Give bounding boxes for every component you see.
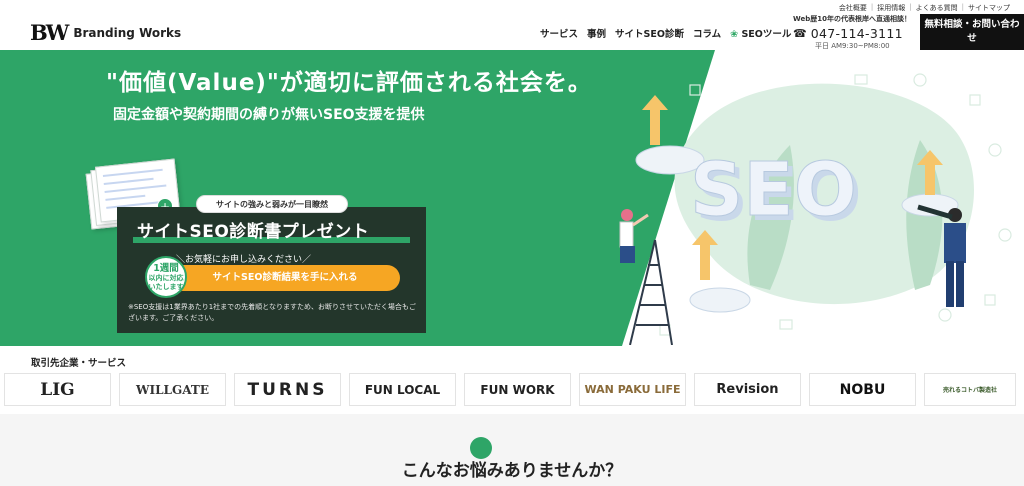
ladder-icon xyxy=(629,239,673,345)
client-logo-revision[interactable]: Revision xyxy=(694,373,801,406)
client-logo-lig[interactable]: LIG xyxy=(4,373,111,406)
hero-headline: "価値(Value)"が適切に評価される社会を。 xyxy=(106,70,592,96)
nav-item-seo-tool-label: SEOツール xyxy=(741,29,792,40)
promo-bubble: サイトの強みと弱みが一目瞭然 xyxy=(196,195,348,213)
client-logo-row: LIG WILLGATE TURNS FUN LOCAL FUN WORK WA… xyxy=(4,373,1016,406)
client-logo-ureru-kotoba[interactable]: 売れるコトバ製造社 xyxy=(924,373,1016,406)
diagnosis-cta-button[interactable]: サイトSEO診断結果を手に入れる xyxy=(170,265,400,291)
utility-nav: 会社概要 | 採用情報 | よくある質問 | サイトマップ xyxy=(839,3,1010,13)
nav-item-seo-tool[interactable]: ❀ SEOツール xyxy=(730,26,791,40)
hero-subheadline: 固定金額や契約期間の縛りが無いSEO支援を提供 xyxy=(113,107,425,123)
phone-contact: Web歴10年の代表根岸へ直通相談！ ☎ 047-114-3111 平日 AM9… xyxy=(793,14,911,51)
clients-title: 取引先企業・サービス xyxy=(31,358,127,369)
util-link-faq[interactable]: よくある質問 xyxy=(916,3,958,13)
doc-line xyxy=(104,184,167,193)
promo-note: ※SEO支援は1業界あたり1社までの先着順となりますため、お断りさせていただく場… xyxy=(128,303,416,322)
phone-row[interactable]: ☎ 047-114-3111 xyxy=(793,26,911,41)
nav-item-column[interactable]: コラム xyxy=(693,26,721,40)
doc-line xyxy=(103,177,154,185)
doc-line xyxy=(105,194,146,201)
client-logo-fun-local[interactable]: FUN LOCAL xyxy=(349,373,456,406)
contact-button[interactable]: 無料相談・お問い合わせ xyxy=(920,14,1024,50)
worries-title: こんなお悩みありませんか？ xyxy=(401,461,623,481)
diagnosis-cta-label: サイトSEO診断結果を手に入れる xyxy=(212,272,358,283)
one-week-badge: 1週間 以内に対応いたします xyxy=(145,256,187,298)
util-link-recruit[interactable]: 採用情報 xyxy=(877,3,905,13)
paw-icon: ❀ xyxy=(730,29,739,40)
contact-button-label: 無料相談・お問い合わせ xyxy=(924,19,1020,44)
phone-number[interactable]: 047-114-3111 xyxy=(811,26,903,41)
nav-item-cases[interactable]: 事例 xyxy=(587,26,606,40)
woman-climbing-figure xyxy=(619,209,649,263)
site-logo[interactable]: BW Branding Works xyxy=(30,20,181,45)
util-link-company[interactable]: 会社概要 xyxy=(839,3,867,13)
main-nav: サービス 事例 サイトSEO診断 コラム ❀ SEOツール xyxy=(540,26,791,40)
doc-line xyxy=(102,168,163,178)
phone-icon: ☎ xyxy=(793,27,807,40)
logo-text: Branding Works xyxy=(73,25,182,40)
client-logo-turns[interactable]: TURNS xyxy=(234,373,341,406)
promo-lead: ＼お気軽にお申し込みください／ xyxy=(176,255,312,265)
nav-item-service[interactable]: サービス xyxy=(540,26,578,40)
badge-line-2: 以内に対応いたします xyxy=(148,274,184,291)
client-logo-willgate[interactable]: WILLGATE xyxy=(119,373,226,406)
util-link-sitemap[interactable]: サイトマップ xyxy=(968,3,1010,13)
logo-mark: BW xyxy=(30,20,69,45)
promo-title: サイトSEO診断書プレゼント xyxy=(137,222,370,242)
client-logo-wanpaku-life[interactable]: WAN PAKU LIFE xyxy=(579,373,686,406)
client-logo-nobu[interactable]: NOBU xyxy=(809,373,916,406)
seo-3d-text-front: SEO xyxy=(690,147,857,233)
client-logo-fun-work[interactable]: FUN WORK xyxy=(464,373,571,406)
badge-line-1: 1週間 xyxy=(153,263,179,274)
util-separator: | xyxy=(961,3,964,11)
seo-illustration: SEO SEO xyxy=(619,73,1012,345)
util-separator: | xyxy=(870,3,874,11)
nav-item-seo-diagnosis[interactable]: サイトSEO診断 xyxy=(615,26,684,40)
contact-lead: Web歴10年の代表根岸へ直通相談！ xyxy=(793,15,911,23)
util-separator: | xyxy=(909,3,912,11)
